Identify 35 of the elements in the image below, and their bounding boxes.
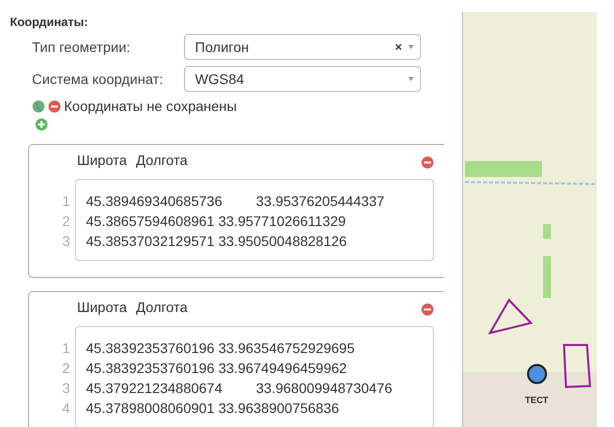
line-number: 4 [61,399,70,418]
coordinate-line: 45.38537032129571 33.95050048828126 [86,232,347,251]
coordinate-line: 45.37898008060901 33.9638900756836 [86,399,340,418]
caret-icon [408,45,414,49]
line-number: 1 [61,192,70,211]
coordinate-line: 45.38392353760196 33.96749496459962 [86,359,347,378]
add-icon[interactable] [35,118,48,131]
field-label: Тип геометрии: [32,39,132,55]
line-number: 2 [61,359,70,378]
column-header: Широта [77,152,127,168]
globe-icon[interactable] [32,100,45,112]
clear-icon[interactable]: × [394,40,402,54]
coordinates-textarea[interactable]: 45.389469340685736 33.95376205444337 45.38657594608961 33.95771026611329 45.38537032129571 33.95050048828126 [75,179,434,261]
marker-label: ТЕСТ [525,395,548,405]
line-number: 3 [61,379,70,398]
column-header: Широта [77,299,127,315]
coordinate-line: 45.379221234880674 33.968009948730476 [86,379,392,398]
coordinate-line: 45.38392353760196 33.963546752929695 [86,339,355,358]
coordinates-textarea[interactable]: 45.38392353760196 33.963546752929695 45.38392353760196 33.96749496459962 45.379221234880674 33.968009948730476 45.37898008060901 33.9638900756836 [75,326,434,427]
remove-icon[interactable] [421,156,434,168]
section-title: Координаты: [10,15,90,29]
caret-icon [408,77,414,81]
coordinate-line: 45.389469340685736 33.95376205444337 [86,192,384,211]
remove-icon[interactable] [421,302,434,316]
field-label: Система координат: [32,71,164,87]
line-number: 3 [61,232,70,251]
status-text: Координаты не сохранены [64,98,237,114]
column-header: Долгота [136,152,188,168]
dropdown[interactable]: WGS84 [184,66,421,92]
line-number: 1 [61,339,70,358]
dropdown[interactable]: Полигон × [184,34,421,60]
line-number: 2 [61,212,70,231]
remove-icon[interactable] [48,100,61,112]
coordinate-line: 45.38657594608961 33.95771026611329 [86,212,346,231]
column-header: Долгота [136,299,188,315]
